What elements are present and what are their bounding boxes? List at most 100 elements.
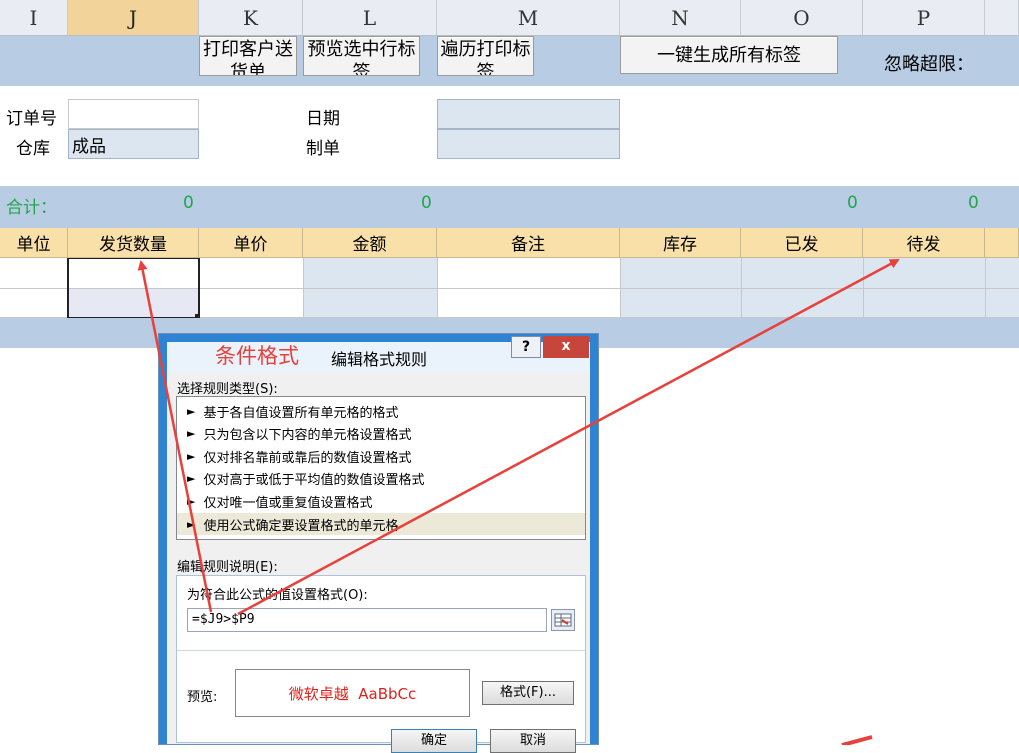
format-button[interactable]: 格式(F)... — [482, 681, 574, 705]
preview-box: 微软卓越 AaBbCc — [235, 669, 470, 717]
header-text: 单位 — [16, 235, 51, 255]
col-header-I[interactable]: I — [0, 0, 68, 36]
maker-field[interactable] — [437, 129, 620, 159]
rule-type-item[interactable]: ► 基于各自值设置所有单元格的格式 — [187, 402, 398, 421]
header-amount: 金额 — [303, 228, 437, 258]
total-pending: 0 — [968, 193, 979, 213]
dialog-frame-left — [159, 334, 167, 744]
order-no-label: 订单号 — [6, 109, 57, 129]
button-label: 取消 — [519, 733, 546, 748]
col-header-next[interactable] — [985, 0, 1019, 36]
rule-type-text: 仅对排名靠前或靠后的数值设置格式 — [203, 451, 412, 466]
triangle-right-icon: ► — [187, 517, 196, 531]
print-customer-button[interactable]: 打印客户送货单 — [199, 36, 297, 76]
rule-type-text: 仅对唯一值或重复值设置格式 — [203, 496, 373, 511]
header-remark: 备注 — [437, 228, 620, 258]
selected-range-J9[interactable] — [68, 258, 199, 318]
button-label: 遍历打印标签 — [440, 39, 531, 76]
close-icon: x — [561, 338, 571, 354]
header-text: 备注 — [511, 235, 545, 255]
edit-desc-label: 编辑规则说明(E): — [177, 560, 278, 575]
preview-selected-button[interactable]: 预览选中行标签 — [303, 36, 420, 76]
col-header-K[interactable]: K — [199, 0, 303, 36]
button-label: 一键生成所有标签 — [657, 45, 801, 66]
header-text: 发货数量 — [99, 235, 167, 255]
arrow-fragment — [841, 735, 873, 745]
col-header-M[interactable]: M — [437, 0, 620, 36]
triangle-right-icon: ► — [187, 427, 196, 440]
rule-type-text: 只为包含以下内容的单元格设置格式 — [203, 428, 412, 443]
header-text: 单价 — [233, 235, 268, 255]
totals-row — [0, 186, 1019, 228]
dialog-title: 编辑格式规则 — [331, 350, 428, 369]
preview-text: 微软卓越 AaBbCc — [288, 684, 417, 703]
divider — [177, 650, 585, 651]
rule-type-item[interactable]: ► 仅对高于或低于平均值的数值设置格式 — [187, 469, 424, 488]
edit-rule-dialog: 编辑格式规则 ? x 选择规则类型(S): ► 基于各自值设置所有单元格的格式 ►… — [158, 333, 599, 753]
date-field[interactable] — [437, 99, 620, 129]
header-text: 待发 — [906, 235, 941, 255]
col-header-L[interactable]: L — [303, 0, 437, 36]
rule-type-text: 仅对高于或低于平均值的数值设置格式 — [203, 473, 425, 488]
triangle-right-icon: ► — [187, 450, 196, 463]
col-header-O[interactable]: O — [741, 0, 863, 36]
triangle-right-icon: ► — [187, 472, 196, 485]
header-text: 库存 — [663, 235, 697, 255]
rule-type-list[interactable]: ► 基于各自值设置所有单元格的格式 ► 只为包含以下内容的单元格设置格式 ► 仅对排名… — [176, 396, 586, 540]
col-letter: I — [29, 5, 38, 30]
total-shipped: 0 — [847, 193, 858, 213]
order-no-field[interactable] — [68, 99, 199, 129]
header-pending: 待发 — [863, 228, 985, 258]
triangle-right-icon: ► — [187, 405, 196, 418]
col-header-J[interactable]: J — [68, 0, 199, 36]
cancel-button[interactable]: 取消 — [490, 729, 576, 753]
col-letter: K — [243, 5, 258, 30]
range-picker-icon — [554, 613, 572, 627]
dialog-frame-right — [590, 334, 598, 744]
date-label: 日期 — [306, 109, 340, 129]
rule-type-item[interactable]: ► 仅对唯一值或重复值设置格式 — [187, 492, 372, 511]
header-text: 金额 — [352, 235, 387, 255]
rule-type-text: 使用公式确定要设置格式的单元格 — [203, 518, 399, 534]
col-letter: L — [362, 5, 377, 30]
rule-type-item[interactable]: ► 仅对排名靠前或靠后的数值设置格式 — [187, 447, 411, 466]
maker-label: 制单 — [306, 139, 340, 159]
iterate-print-button[interactable]: 遍历打印标签 — [437, 36, 534, 76]
help-button[interactable]: ? — [511, 336, 541, 358]
rule-type-item[interactable]: ► 只为包含以下内容的单元格设置格式 — [187, 424, 411, 443]
button-label: 预览选中行标签 — [307, 39, 416, 76]
range-picker-button[interactable] — [551, 609, 575, 631]
formula-label: 为符合此公式的值设置格式(O): — [187, 588, 368, 603]
preview-label: 预览: — [187, 690, 218, 705]
select-type-label: 选择规则类型(S): — [177, 382, 278, 397]
col-letter: N — [671, 5, 689, 30]
header-unit: 单位 — [0, 228, 68, 258]
col-letter: O — [793, 5, 810, 30]
generate-all-button[interactable]: 一键生成所有标签 — [620, 36, 838, 74]
triangle-right-icon: ► — [187, 495, 196, 508]
edit-desc-panel: 为符合此公式的值设置格式(O): =$J9>$P9 预览: 微软卓越 AaBbC… — [176, 575, 586, 743]
formula-text: =$J9>$P9 — [192, 612, 255, 627]
col-letter: M — [517, 5, 539, 30]
col-header-N[interactable]: N — [620, 0, 741, 36]
warehouse-label: 仓库 — [16, 139, 50, 159]
ignore-limit-label: 忽略超限： — [884, 54, 974, 75]
annotation-label: 条件格式 — [215, 344, 299, 368]
ok-button[interactable]: 确定 — [391, 729, 477, 753]
header-text: 已发 — [784, 235, 819, 255]
col-letter: J — [128, 5, 138, 30]
formula-input[interactable]: =$J9>$P9 — [187, 608, 547, 632]
warehouse-field[interactable]: 成品 — [68, 129, 199, 159]
total-qty: 0 — [183, 193, 194, 213]
rule-type-item-selected[interactable]: ► 使用公式确定要设置格式的单元格 — [177, 513, 585, 535]
rule-type-text: 基于各自值设置所有单元格的格式 — [203, 406, 399, 421]
totals-label: 合计： — [6, 198, 57, 218]
header-extra — [985, 228, 1019, 258]
warehouse-value: 成品 — [72, 136, 106, 157]
header-stock: 库存 — [620, 228, 741, 258]
col-letter: P — [916, 5, 931, 30]
header-shipped: 已发 — [741, 228, 863, 258]
button-label: 确定 — [420, 733, 447, 748]
col-header-P[interactable]: P — [863, 0, 985, 36]
close-button[interactable]: x — [543, 336, 589, 358]
